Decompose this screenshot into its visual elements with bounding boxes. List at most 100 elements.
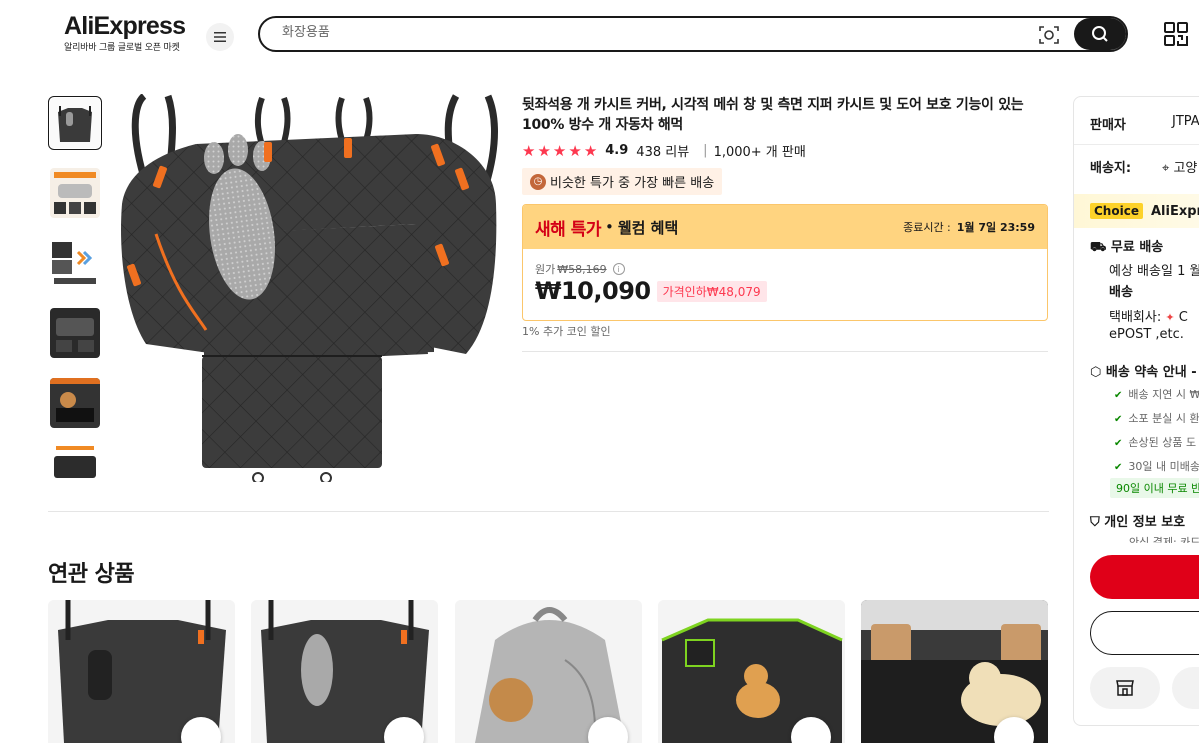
choice-tag: Choice xyxy=(1090,203,1143,219)
store-button[interactable] xyxy=(1090,667,1160,709)
ship-to-value: 고양 xyxy=(1173,161,1198,176)
fast-delivery-badge: ◷ 비슷한 특가 중 가장 빠른 배송 xyxy=(522,168,723,195)
main-product-image[interactable] xyxy=(116,94,500,482)
choice-brand: AliExpre xyxy=(1150,203,1199,219)
clock-icon: ◷ xyxy=(530,173,546,190)
delivery-promise-text: 배송 약속 안내 - xyxy=(1105,365,1197,380)
related-product-card[interactable] xyxy=(48,600,235,743)
choice-bar: Choice AliExpre xyxy=(1074,194,1199,228)
coin-discount-note: 1% 추가 코인 할인 xyxy=(522,325,611,338)
thumbnail-image xyxy=(50,308,100,358)
buy-now-button[interactable] xyxy=(1090,555,1199,599)
seller-name-link[interactable]: JTPA xyxy=(1172,114,1199,129)
star-icon: ★ xyxy=(568,141,582,160)
related-product-card[interactable] xyxy=(455,600,642,743)
thumbnail-3[interactable] xyxy=(48,236,102,290)
star-icon: ★ xyxy=(552,141,567,160)
check-icon: ✔ xyxy=(1114,390,1123,401)
divider xyxy=(1074,144,1199,145)
promise-item-text: 배송 지연 시 ₩1 xyxy=(1128,388,1199,401)
check-icon: ✔ xyxy=(1114,438,1123,449)
logo-text: AliExpress xyxy=(64,12,186,40)
delivery-promise[interactable]: ⬡ 배송 약속 안내 - xyxy=(1090,361,1197,380)
camera-search-icon xyxy=(1039,26,1059,44)
related-product-card[interactable] xyxy=(251,600,438,743)
menu-button[interactable] xyxy=(206,23,234,51)
box-icon: ⬡ xyxy=(1090,365,1102,380)
search-button[interactable] xyxy=(1074,18,1126,50)
deal-box: 새해 특가 • 웰컴 혜택 종료시간 : 1월 7일 23:59 원가 ₩58,1… xyxy=(522,204,1048,321)
promise-item-text: 소포 분실 시 환 xyxy=(1128,412,1199,425)
deal-header: 새해 특가 • 웰컴 혜택 종료시간 : 1월 7일 23:59 xyxy=(523,205,1047,249)
seller-label: 판매자 xyxy=(1090,118,1126,133)
thumbnail-image xyxy=(50,168,100,218)
related-product-card[interactable] xyxy=(658,600,845,743)
add-to-cart-button[interactable]: 장 xyxy=(1090,611,1199,655)
promise-item: ✔ 30일 내 미배송 xyxy=(1114,458,1199,474)
price-row: ₩10,090 가격인하₩48,079 xyxy=(535,277,767,305)
promise-item: ✔ 배송 지연 시 ₩1 xyxy=(1114,386,1199,402)
check-icon: ✔ xyxy=(1114,414,1123,425)
thumbnail-1[interactable] xyxy=(48,96,102,150)
delivery-eta-line2: 배송 xyxy=(1109,285,1133,300)
location-pin-icon: ⌖ xyxy=(1162,161,1170,176)
carrier: 택배회사: ✦ C xyxy=(1109,306,1188,325)
aliexpress-logo[interactable]: AliExpress 알리바바 그룹 글로벌 오픈 마켓 xyxy=(64,12,188,53)
share-button[interactable]: ◐ xyxy=(1172,667,1199,709)
thumbnail-5[interactable] xyxy=(48,376,102,430)
deal-end-label: 종료시간 : xyxy=(903,221,951,234)
thumbnail-image xyxy=(50,378,100,428)
privacy-protection[interactable]: ⛉ 개인 정보 보호 xyxy=(1090,511,1185,530)
thumbnail-6[interactable] xyxy=(48,446,102,480)
related-product-card[interactable] xyxy=(861,600,1048,743)
qr-code-icon[interactable] xyxy=(1163,21,1189,47)
deal-name: 새해 특가 xyxy=(535,219,601,240)
shield-icon: ⛉ xyxy=(1090,515,1100,530)
deal-subtitle: 웰컴 혜택 xyxy=(617,218,679,237)
privacy-subtext: 안심 결제: 카드 xyxy=(1129,536,1199,543)
delivery-eta: 예상 배송일 1 월 xyxy=(1109,264,1199,279)
purchase-panel: 판매자 JTPA 배송지: ⌖ 고양 Choice AliExpre ⛟ 무료 … xyxy=(1073,96,1199,726)
search-icon xyxy=(1092,26,1108,42)
truck-icon: ⛟ xyxy=(1090,240,1107,255)
promise-item-text: 손상된 상품 도 xyxy=(1128,436,1197,449)
current-price: ₩10,090 xyxy=(535,277,651,305)
star-rating: ★ ★ ★ ★ ★ xyxy=(522,143,597,159)
fast-delivery-text: 비슷한 특가 중 가장 빠른 배송 xyxy=(550,176,715,191)
original-price-label: 원가 xyxy=(535,263,556,276)
carrier-label: 택배회사: xyxy=(1109,310,1162,325)
star-icon: ★ xyxy=(537,141,551,160)
star-icon: ★ xyxy=(522,141,536,160)
image-search-button[interactable] xyxy=(1038,24,1060,46)
carrier-logo-icon: ✦ xyxy=(1165,311,1175,324)
deal-end-value: 1월 7일 23:59 xyxy=(956,221,1035,234)
review-count-link[interactable]: 438 리뷰 xyxy=(636,141,689,160)
rating-value: 4.9 xyxy=(605,143,629,158)
divider xyxy=(48,511,1049,512)
divider xyxy=(522,351,1048,352)
rating-row: ★ ★ ★ ★ ★ 4.9 438 리뷰 | 1,000+ 개 판매 xyxy=(522,141,806,161)
search-bar xyxy=(258,16,1128,52)
thumbnail-image xyxy=(50,238,100,288)
store-icon xyxy=(1116,680,1134,696)
deal-end-time: 종료시간 : 1월 7일 23:59 xyxy=(903,219,1035,235)
hamburger-icon xyxy=(214,32,226,42)
privacy-text: 개인 정보 보호 xyxy=(1104,515,1186,530)
promise-item-text: 30일 내 미배송 xyxy=(1128,460,1199,473)
thumbnail-2[interactable] xyxy=(48,166,102,220)
free-shipping: ⛟ 무료 배송 xyxy=(1090,236,1163,257)
carrier-value: C xyxy=(1178,310,1188,325)
ship-to-location[interactable]: ⌖ 고양 xyxy=(1162,157,1197,176)
sold-count: 1,000+ 개 판매 xyxy=(713,145,806,160)
original-price: ₩58,169 xyxy=(557,262,607,276)
free-shipping-text: 무료 배송 xyxy=(1110,240,1164,255)
info-icon[interactable]: i xyxy=(612,263,625,275)
check-icon: ✔ xyxy=(1114,462,1123,473)
thumbnail-4[interactable] xyxy=(48,306,102,360)
deal-dot: • xyxy=(604,218,614,236)
search-input[interactable] xyxy=(282,25,982,40)
carrier-line2: ePOST ,etc. xyxy=(1109,327,1184,342)
thumbnail-image xyxy=(50,98,100,148)
thumbnail-image xyxy=(50,446,100,480)
promise-item: ✔ 손상된 상품 도 xyxy=(1114,434,1196,450)
